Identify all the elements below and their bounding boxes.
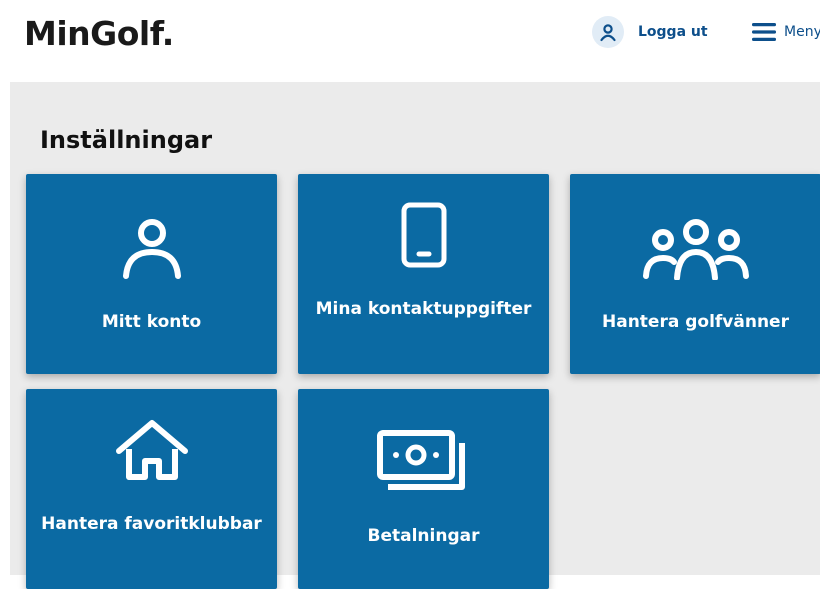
- tile-label: Hantera favoritklubbar: [41, 514, 262, 534]
- mingolf-logo[interactable]: MinGolf.: [24, 14, 174, 54]
- menu-button[interactable]: Meny: [752, 20, 820, 44]
- banknotes-icon: [298, 429, 549, 495]
- tile-betalningar[interactable]: Betalningar: [298, 389, 549, 589]
- logout-label: Logga ut: [638, 24, 708, 40]
- mobile-phone-icon: [298, 202, 549, 268]
- top-header: MinGolf. Logga ut Meny: [0, 0, 820, 82]
- user-icon: [26, 216, 277, 280]
- tile-label: Mitt konto: [101, 312, 202, 332]
- tile-label: Betalningar: [367, 526, 480, 546]
- tile-label: Hantera golfvänner: [602, 312, 789, 332]
- tile-mina-kontaktuppgifter[interactable]: Mina kontaktuppgifter: [298, 174, 549, 374]
- tile-hantera-favoritklubbar[interactable]: Hantera favoritklubbar: [26, 389, 277, 589]
- home-icon: [26, 419, 277, 481]
- menu-label: Meny: [784, 24, 820, 40]
- tile-hantera-golfvanner[interactable]: Hantera golfvänner: [570, 174, 820, 374]
- tile-label: Mina kontaktuppgifter: [315, 299, 532, 319]
- hamburger-icon: [752, 23, 776, 41]
- user-avatar-icon: [592, 16, 624, 48]
- tile-mitt-konto[interactable]: Mitt konto: [26, 174, 277, 374]
- page-title: Inställningar: [40, 126, 213, 154]
- logout-button[interactable]: Logga ut: [592, 16, 708, 48]
- group-icon: [570, 218, 820, 280]
